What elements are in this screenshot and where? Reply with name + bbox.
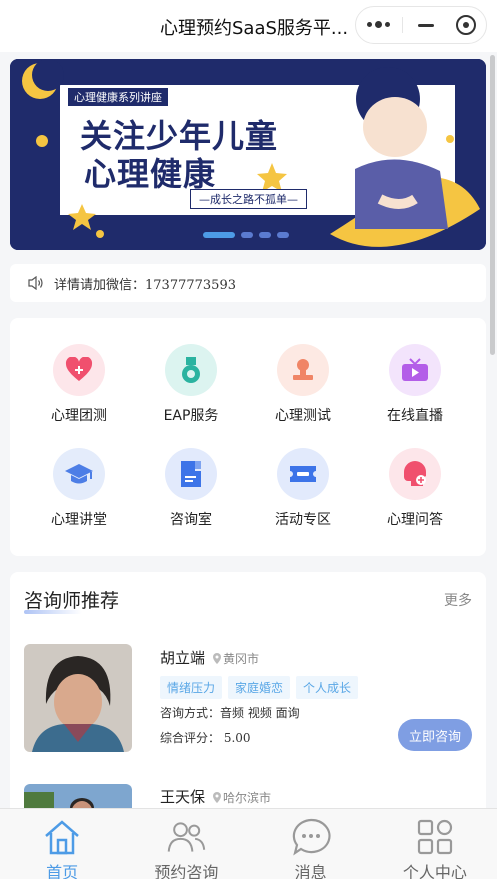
- location-pin-icon: [213, 653, 221, 664]
- counselor-tag: 个人成长: [296, 676, 359, 699]
- tab-messages[interactable]: 消息: [249, 809, 373, 879]
- scrollbar[interactable]: [490, 55, 495, 355]
- notice-text: 详情请加微信：17377773593: [54, 277, 236, 293]
- section-title-underline: [24, 610, 82, 614]
- grid-item-group-test[interactable]: 心理团测: [24, 344, 134, 425]
- tab-appointment[interactable]: 预约咨询: [124, 809, 248, 879]
- function-grid: 心理团测 EAP服务 心理测试 在线直播 心理讲堂 咨询室 活动专区 心理问答: [10, 318, 486, 556]
- home-icon: [42, 817, 82, 857]
- target-close-icon[interactable]: [446, 7, 486, 43]
- grid-label: 活动专区: [275, 512, 331, 528]
- medal-icon: [165, 344, 217, 396]
- counselor-name: 胡立端: [160, 649, 206, 667]
- grid-item-lecture[interactable]: 心理讲堂: [24, 448, 134, 529]
- grid-label: EAP服务: [163, 408, 219, 424]
- counselor-method: 咨询方式：音频 视频 面询: [160, 706, 300, 720]
- counselor-location-text: 哈尔滨市: [223, 791, 272, 805]
- counselor-location: 黄冈市: [213, 650, 259, 667]
- counselor-name: 王天保: [160, 788, 206, 806]
- mini-program-capsule: [355, 6, 487, 44]
- tab-label: 个人中心: [402, 863, 467, 879]
- grid-item-eap[interactable]: EAP服务: [136, 344, 246, 425]
- banner-series-label: 心理健康系列讲座: [68, 88, 168, 106]
- tv-icon: [389, 344, 441, 396]
- carousel-pager: [203, 232, 289, 238]
- ticket-icon: [277, 448, 329, 500]
- banner-carousel[interactable]: 心理健康系列讲座 关注少年儿童 心理健康 —成长之路不孤单—: [10, 59, 486, 250]
- page-title: 心理预约SaaS服务平...: [160, 18, 349, 39]
- users-icon: [166, 817, 206, 857]
- tab-label: 首页: [46, 863, 79, 879]
- bottom-tab-bar: 首页 预约咨询 消息 个人中心: [0, 808, 497, 879]
- capsule-divider: [402, 17, 403, 33]
- banner-subtitle: —成长之路不孤单—: [190, 189, 307, 209]
- more-link[interactable]: 更多: [444, 590, 472, 610]
- grid-item-activity[interactable]: 活动专区: [248, 448, 358, 529]
- grid-label: 咨询室: [170, 512, 212, 528]
- grid-apps-icon: [415, 817, 455, 857]
- counselor-recommend-section: 咨询师推荐 更多 胡立端 黄冈市 情绪压力 家庭婚恋 个人成长 咨询方式：音频 …: [10, 572, 486, 832]
- counselor-tag: 家庭婚恋: [228, 676, 291, 699]
- location-pin-icon: [213, 792, 221, 803]
- minimize-icon[interactable]: [406, 7, 446, 43]
- chat-bubble-icon: [291, 817, 331, 857]
- counselor-tag: 情绪压力: [160, 676, 223, 699]
- carousel-dot[interactable]: [241, 232, 253, 238]
- grid-item-consult-room[interactable]: 咨询室: [136, 448, 246, 529]
- tab-home[interactable]: 首页: [0, 809, 124, 879]
- stamp-icon: [277, 344, 329, 396]
- counselor-score: 综合评分： 5.00: [160, 731, 251, 745]
- counselor-photo[interactable]: [24, 644, 132, 752]
- grid-label: 在线直播: [387, 408, 443, 424]
- section-title: 咨询师推荐: [24, 590, 120, 612]
- document-icon: [165, 448, 217, 500]
- heart-plus-icon: [53, 344, 105, 396]
- grid-item-qa[interactable]: 心理问答: [360, 448, 470, 529]
- consult-now-button[interactable]: 立即咨询: [398, 719, 472, 751]
- tab-label: 预约咨询: [154, 863, 219, 879]
- grid-label: 心理测试: [275, 408, 331, 424]
- grid-label: 心理讲堂: [51, 512, 107, 528]
- grid-item-live[interactable]: 在线直播: [360, 344, 470, 425]
- graduation-cap-icon: [53, 448, 105, 500]
- navigation-bar: 心理预约SaaS服务平...: [0, 0, 497, 52]
- notice-bar[interactable]: 详情请加微信：17377773593: [10, 264, 486, 302]
- carousel-dot-active[interactable]: [203, 232, 235, 238]
- carousel-dot[interactable]: [277, 232, 289, 238]
- grid-label: 心理问答: [387, 512, 443, 528]
- carousel-dot[interactable]: [259, 232, 271, 238]
- more-dots-icon[interactable]: [356, 7, 400, 43]
- counselor-location: 哈尔滨市: [213, 789, 271, 806]
- counselor-tags: 情绪压力 家庭婚恋 个人成长: [160, 676, 359, 699]
- tab-profile[interactable]: 个人中心: [373, 809, 497, 879]
- head-chat-icon: [389, 448, 441, 500]
- grid-label: 心理团测: [51, 408, 107, 424]
- tab-label: 消息: [294, 863, 327, 879]
- counselor-location-text: 黄冈市: [223, 652, 260, 666]
- grid-item-psych-test[interactable]: 心理测试: [248, 344, 358, 425]
- speaker-icon: [28, 276, 43, 290]
